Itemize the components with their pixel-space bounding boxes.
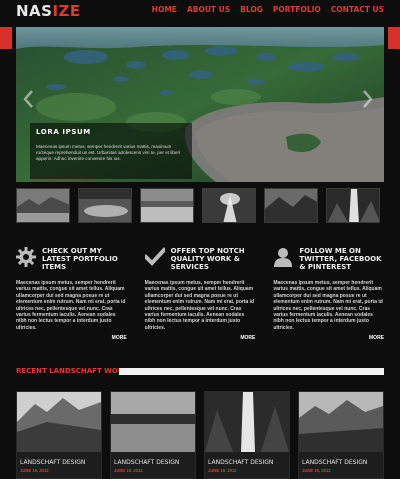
checkmark-icon xyxy=(144,247,165,266)
logo-part-2: IZE xyxy=(52,2,81,20)
feature-text: Maecenas ipsum metus, semper hendrerit v… xyxy=(273,280,383,331)
more-link[interactable]: MORE xyxy=(369,335,384,341)
recent-works-header: RECENT LANDSCHAFT WORKS xyxy=(16,367,384,377)
work-date: JUNE 19, 2012 xyxy=(114,468,143,473)
main-nav: HOME ABOUT US BLOG PORTFOLIO CONTACT US xyxy=(152,5,384,14)
nav-about-us[interactable]: ABOUT US xyxy=(187,5,230,14)
work-date: JUNE 19, 2012 xyxy=(20,468,49,473)
nav-portfolio[interactable]: PORTFOLIO xyxy=(273,5,321,14)
features-section: CHECK OUT MY LATEST PORTFOLIO ITEMS Maec… xyxy=(16,247,384,342)
thumbnail-6[interactable] xyxy=(326,188,380,223)
slider-caption: LORA IPSUM Maecenas ipsum metus, semper … xyxy=(30,123,192,179)
nav-contact-us[interactable]: CONTACT US xyxy=(331,5,384,14)
feature-text: Maecenas ipsum metus, semper hendrerit v… xyxy=(16,280,126,331)
work-card[interactable]: LANDSCHAFT DESIGN JUNE 19, 2012 xyxy=(298,391,384,479)
recent-works-divider xyxy=(119,368,384,375)
work-image xyxy=(17,392,101,452)
nav-blog[interactable]: BLOG xyxy=(240,5,263,14)
hero-slider: LORA IPSUM Maecenas ipsum metus, semper … xyxy=(0,27,400,182)
gear-icon xyxy=(16,247,36,267)
work-image xyxy=(111,392,195,452)
work-card[interactable]: LANDSCHAFT DESIGN JUNE 19, 2012 xyxy=(16,391,102,479)
work-title: LANDSCHAFT DESIGN xyxy=(302,459,368,466)
slider-accent-right xyxy=(388,27,400,49)
slider-thumbnails xyxy=(16,188,384,223)
work-image xyxy=(299,392,383,452)
slider-prev-button[interactable] xyxy=(22,89,34,109)
feature-social: FOLLOW ME ON TWITTER, FACEBOOK & PINTERE… xyxy=(273,247,384,342)
slider-caption-text: Maecenas ipsum metus, semper hendrerit v… xyxy=(36,144,181,161)
feature-quality: OFFER TOP NOTCH QUALITY WORK & SERVICES … xyxy=(144,247,255,342)
feature-title: CHECK OUT MY LATEST PORTFOLIO ITEMS xyxy=(42,247,118,271)
more-link[interactable]: MORE xyxy=(240,335,255,341)
user-icon xyxy=(274,248,293,267)
thumbnail-2[interactable] xyxy=(78,188,132,223)
feature-title: OFFER TOP NOTCH QUALITY WORK & SERVICES xyxy=(170,247,245,271)
work-title: LANDSCHAFT DESIGN xyxy=(208,459,274,466)
thumbnail-3[interactable] xyxy=(140,188,194,223)
chevron-right-icon xyxy=(363,90,373,108)
slider-accent-left xyxy=(0,27,12,49)
thumbnail-4[interactable] xyxy=(202,188,256,223)
slider-caption-title: LORA IPSUM xyxy=(36,128,91,136)
thumbnail-1[interactable] xyxy=(16,188,70,223)
more-link[interactable]: MORE xyxy=(112,335,127,341)
logo-part-1: NAS xyxy=(16,2,53,20)
chevron-left-icon xyxy=(23,90,33,108)
site-logo[interactable]: NASIZE xyxy=(16,2,81,20)
feature-portfolio: CHECK OUT MY LATEST PORTFOLIO ITEMS Maec… xyxy=(16,247,127,342)
recent-works-grid: LANDSCHAFT DESIGN JUNE 19, 2012 LANDSCHA… xyxy=(16,391,384,479)
feature-text: Maecenas ipsum metus, semper hendrerit v… xyxy=(144,280,255,331)
recent-works-title: RECENT LANDSCHAFT WORKS xyxy=(16,367,134,375)
work-title: LANDSCHAFT DESIGN xyxy=(114,459,180,466)
work-date: JUNE 19, 2012 xyxy=(302,468,331,473)
nav-home[interactable]: HOME xyxy=(152,5,177,14)
feature-title: FOLLOW ME ON TWITTER, FACEBOOK & PINTERE… xyxy=(299,247,382,271)
work-image xyxy=(205,392,289,452)
work-date: JUNE 19, 2012 xyxy=(208,468,237,473)
slider-next-button[interactable] xyxy=(362,89,374,109)
work-title: LANDSCHAFT DESIGN xyxy=(20,459,86,466)
work-card[interactable]: LANDSCHAFT DESIGN JUNE 19, 2012 xyxy=(110,391,196,479)
work-card[interactable]: LANDSCHAFT DESIGN JUNE 19, 2012 xyxy=(204,391,290,479)
thumbnail-5[interactable] xyxy=(264,188,318,223)
header: NASIZE HOME ABOUT US BLOG PORTFOLIO CONT… xyxy=(0,0,400,26)
